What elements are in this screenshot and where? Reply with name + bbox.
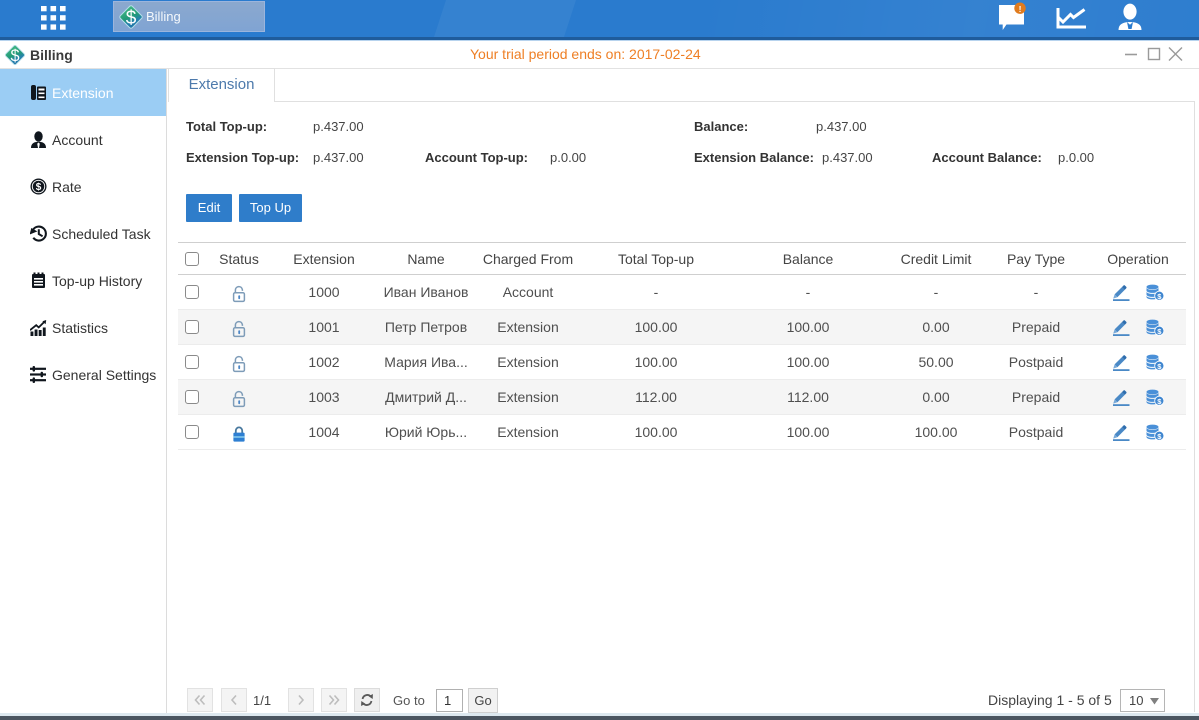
- svg-text:$: $: [10, 47, 19, 65]
- svg-text:!: !: [1019, 4, 1022, 14]
- svg-text:$: $: [36, 182, 42, 193]
- svg-text:$: $: [126, 8, 137, 29]
